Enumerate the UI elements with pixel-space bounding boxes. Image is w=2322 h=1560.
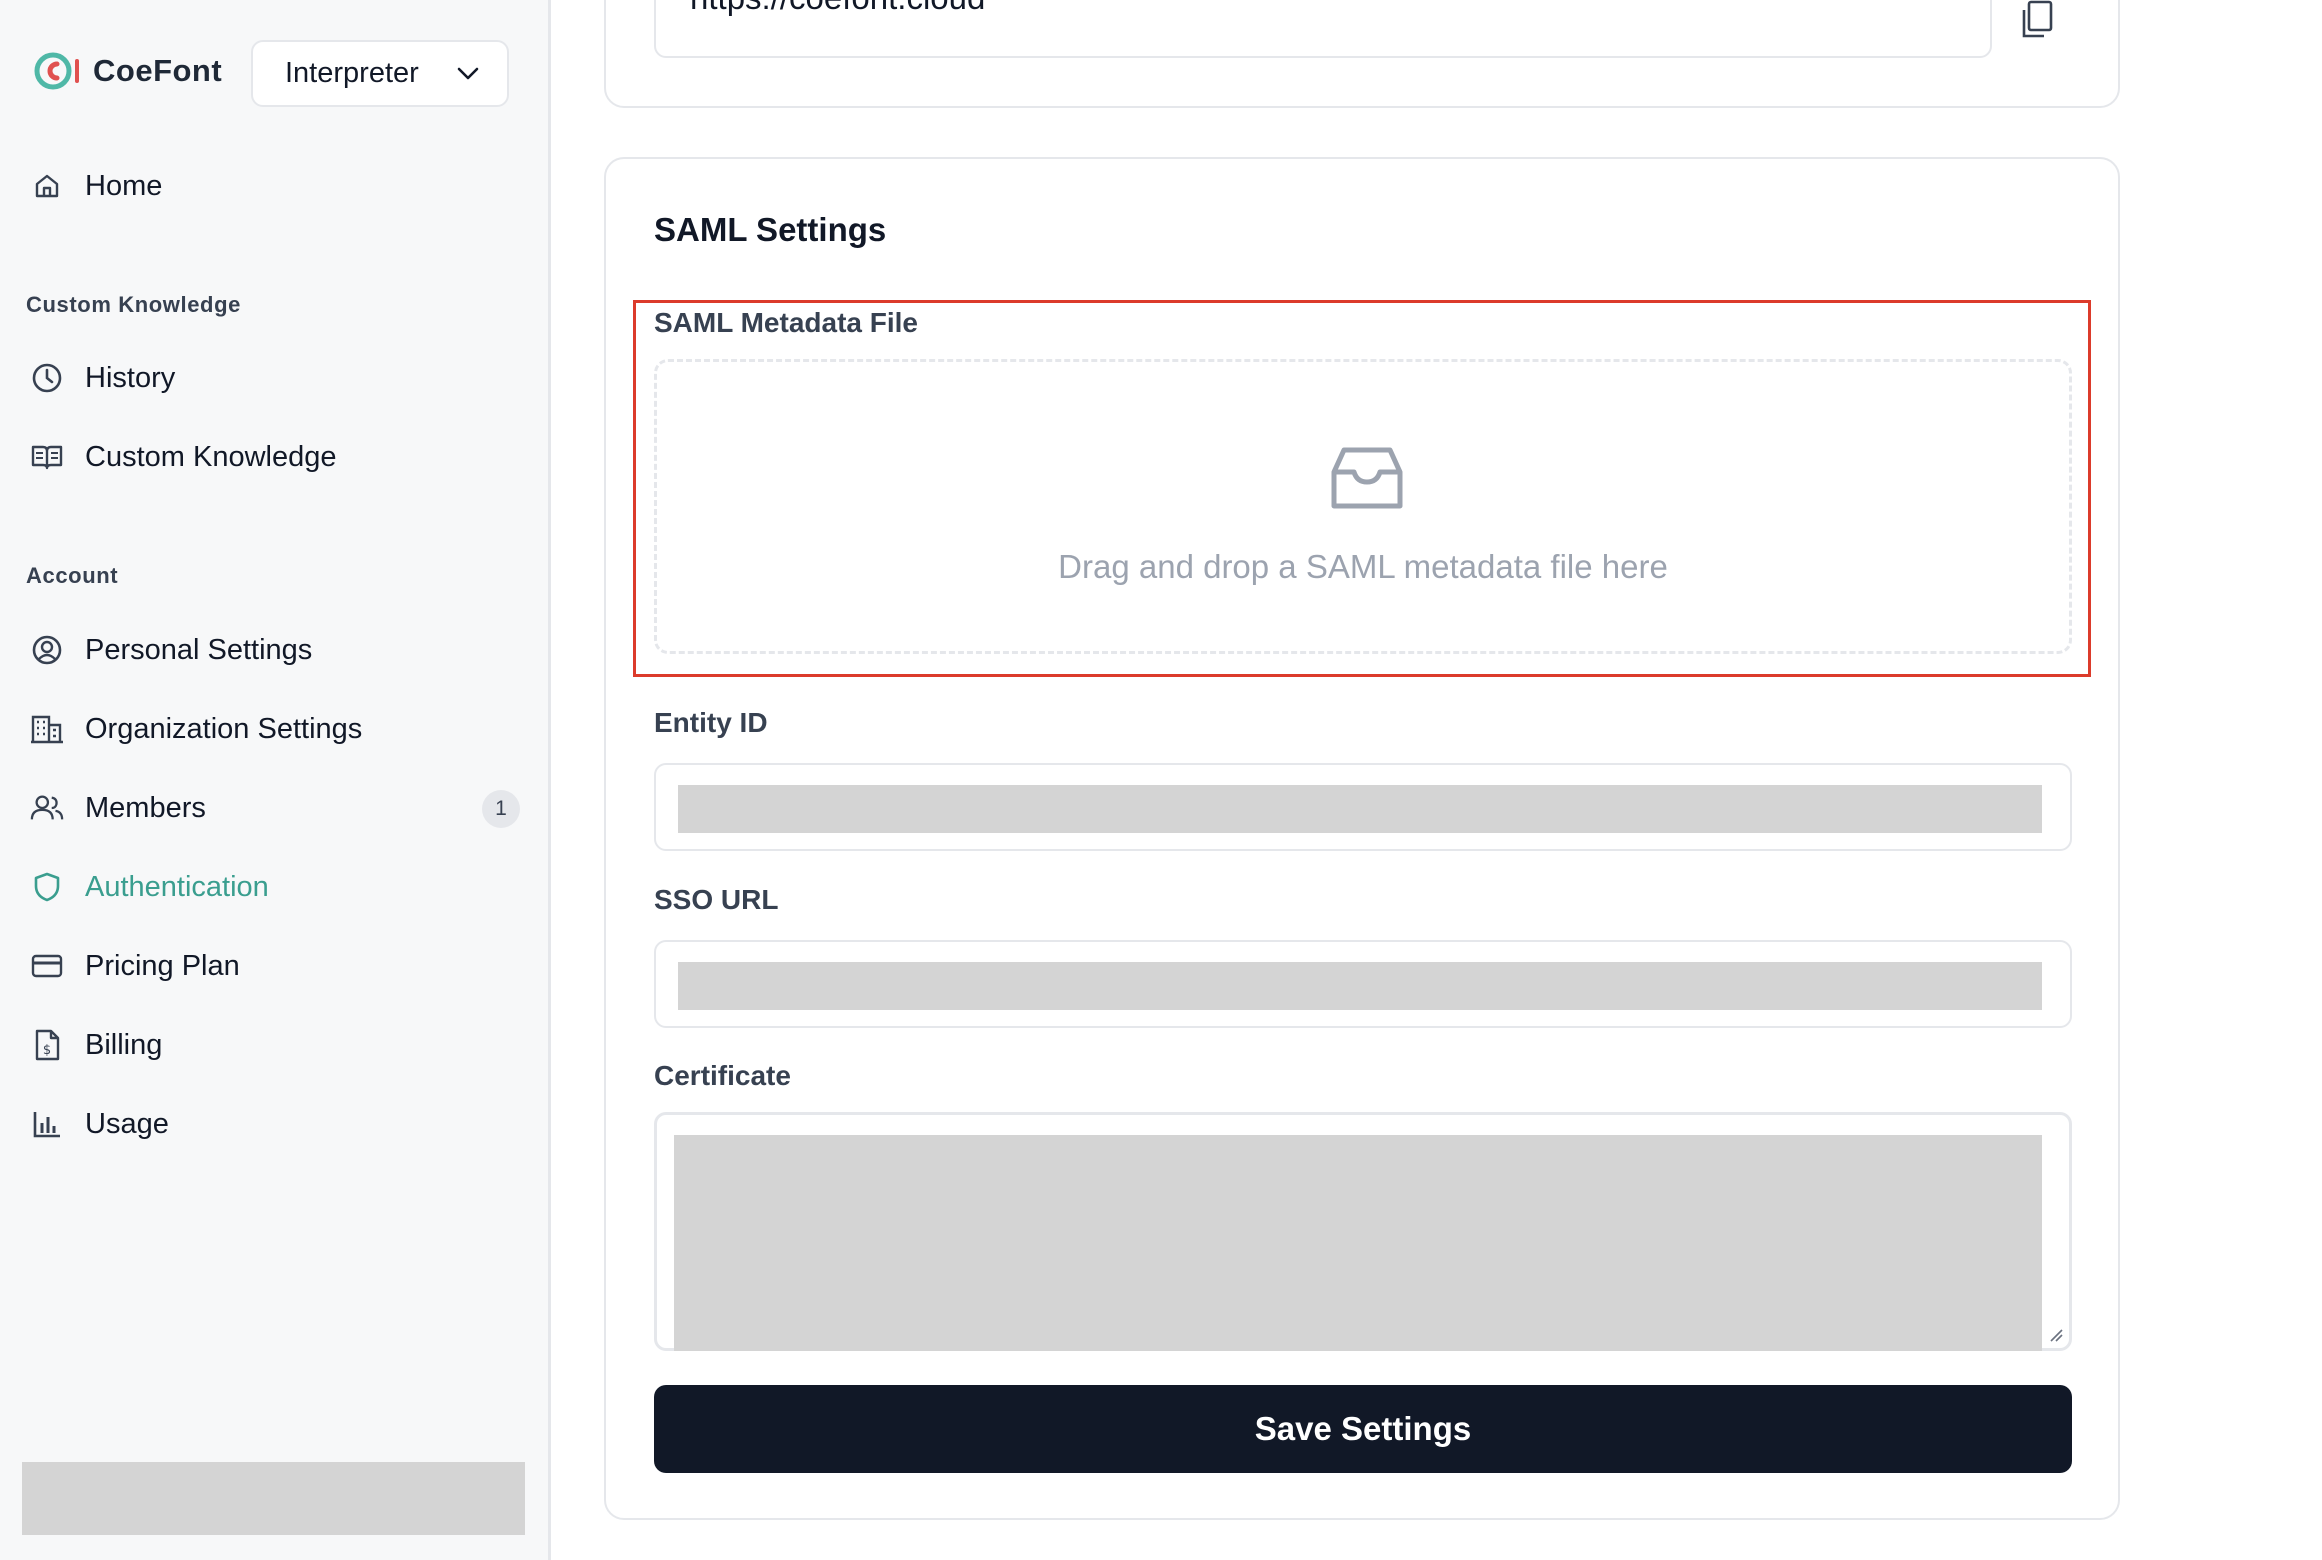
saml-settings-card: SAML Settings SAML Metadata File Drag an…	[604, 157, 2120, 1520]
inbox-tray-icon	[1331, 447, 1403, 509]
sidebar-item-label: Pricing Plan	[85, 949, 240, 982]
members-count-badge: 1	[482, 790, 520, 828]
sidebar-item-organization-settings[interactable]: Organization Settings	[16, 698, 524, 760]
sidebar-item-label: Organization Settings	[85, 712, 363, 745]
saml-metadata-label: SAML Metadata File	[654, 307, 918, 338]
sidebar-item-label: Authentication	[85, 870, 269, 903]
url-field[interactable]: https://coefont.cloud	[654, 0, 1992, 58]
entity-id-value-redacted	[678, 785, 2042, 833]
building-icon	[30, 712, 64, 746]
svg-text:$: $	[43, 1043, 51, 1058]
brand-name: CoeFont	[93, 53, 223, 88]
sidebar-item-label: Usage	[85, 1107, 169, 1140]
certificate-label: Certificate	[654, 1060, 791, 1091]
sidebar: CoeFont Interpreter Home Custom Knowledg…	[0, 0, 551, 1560]
entity-id-label: Entity ID	[654, 707, 768, 738]
home-icon	[30, 169, 64, 203]
sidebar-footer-placeholder	[22, 1462, 525, 1535]
sidebar-item-members[interactable]: Members 1	[16, 777, 524, 839]
sidebar-item-label: Personal Settings	[85, 633, 313, 666]
sidebar-item-label: History	[85, 361, 176, 394]
certificate-textarea[interactable]	[654, 1112, 2072, 1351]
sso-url-value-redacted	[678, 962, 2042, 1010]
url-value: https://coefont.cloud	[690, 0, 985, 17]
chevron-down-icon	[457, 67, 479, 79]
save-settings-button[interactable]: Save Settings	[654, 1385, 2072, 1473]
book-icon	[30, 440, 64, 474]
section-label-custom-knowledge: Custom Knowledge	[26, 292, 241, 317]
sidebar-item-custom-knowledge[interactable]: Custom Knowledge	[16, 426, 524, 488]
dropzone-hint: Drag and drop a SAML metadata file here	[1058, 548, 1668, 585]
bar-chart-icon	[30, 1107, 64, 1141]
receipt-icon: $	[30, 1028, 64, 1062]
sidebar-item-label: Home	[85, 169, 163, 202]
coefont-logo-icon	[34, 52, 79, 90]
sidebar-item-home[interactable]: Home	[16, 155, 524, 217]
copy-button[interactable]	[2018, 0, 2060, 42]
sidebar-item-authentication[interactable]: Authentication	[16, 856, 524, 918]
sidebar-item-usage[interactable]: Usage	[16, 1093, 524, 1155]
sidebar-item-label: Custom Knowledge	[85, 440, 337, 473]
sidebar-item-pricing-plan[interactable]: Pricing Plan	[16, 935, 524, 997]
credit-card-icon	[30, 949, 64, 983]
sidebar-item-history[interactable]: History	[16, 347, 524, 409]
metadata-dropzone[interactable]: Drag and drop a SAML metadata file here	[654, 359, 2072, 654]
copy-icon	[2022, 0, 2053, 38]
certificate-value-redacted	[674, 1135, 2042, 1351]
sidebar-item-billing[interactable]: $ Billing	[16, 1014, 524, 1076]
sidebar-item-label: Billing	[85, 1028, 163, 1061]
brand-logo[interactable]: CoeFont	[33, 49, 222, 93]
sso-url-label: SSO URL	[654, 884, 779, 915]
clock-icon	[30, 361, 64, 395]
workspace-name: Interpreter	[285, 57, 419, 89]
shield-icon	[30, 870, 64, 904]
user-circle-icon	[30, 633, 64, 667]
sso-url-input[interactable]	[654, 940, 2072, 1028]
resize-handle-icon[interactable]	[2049, 1328, 2063, 1342]
card-title: SAML Settings	[654, 211, 887, 248]
workspace-selector[interactable]: Interpreter	[251, 40, 509, 107]
url-card: https://coefont.cloud	[604, 0, 2120, 108]
sidebar-item-label: Members	[85, 791, 206, 824]
sidebar-item-personal-settings[interactable]: Personal Settings	[16, 619, 524, 681]
section-label-account: Account	[26, 563, 119, 588]
users-icon	[30, 791, 64, 825]
entity-id-input[interactable]	[654, 763, 2072, 851]
